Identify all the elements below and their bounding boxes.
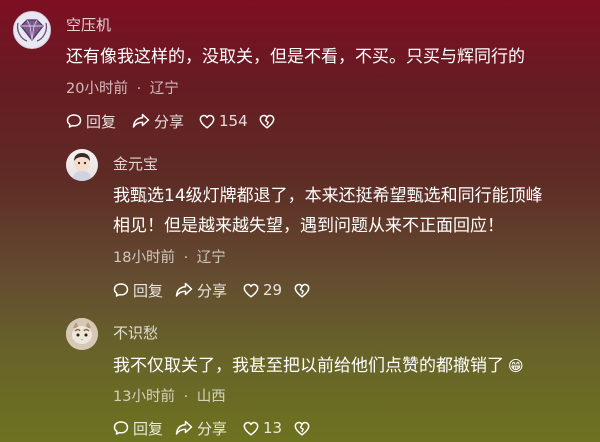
comment-meta: 20小时前 · 辽宁 (66, 77, 179, 98)
share-button[interactable]: 分享 (175, 417, 227, 439)
comment-location: 辽宁 (149, 81, 179, 97)
like-button[interactable]: 29 (243, 279, 282, 301)
share-button[interactable]: 分享 (132, 110, 184, 132)
dislike-button[interactable] (259, 110, 275, 132)
speech-bubble-icon (113, 283, 129, 297)
comment-1: 空压机 还有像我这样的，没取关，但是不看，不买。只买与辉同行的 20小时前 · … (0, 0, 600, 140)
diamond-logo-icon (16, 19, 48, 42)
comment-location: 辽宁 (196, 250, 226, 266)
share-arrow-icon (132, 113, 150, 128)
avatar[interactable] (66, 318, 98, 350)
comment-text: 我不仅取关了，我甚至把以前给他们点赞的都撤销了 😁 (113, 351, 524, 381)
share-label: 分享 (154, 112, 185, 131)
comment-actions: 回复 分享 29 (113, 279, 413, 301)
meta-separator: · (136, 81, 142, 97)
comment-3: 不识愁 我不仅取关了，我甚至把以前给他们点赞的都撤销了 😁 13小时前 · 山西 … (0, 308, 600, 442)
avatar[interactable] (13, 11, 51, 49)
avatar[interactable] (66, 149, 98, 181)
comment-actions: 回复 分享 154 (66, 110, 366, 132)
comment-time: 13小时前 (113, 389, 175, 405)
comment-actions: 回复 分享 13 (113, 417, 413, 439)
heart-icon (243, 283, 259, 298)
share-label: 分享 (197, 419, 228, 438)
share-button[interactable]: 分享 (175, 279, 227, 301)
comment-time: 18小时前 (113, 250, 175, 266)
reply-button[interactable]: 回复 (113, 279, 163, 301)
like-count: 154 (219, 112, 248, 130)
comment-2: 金元宝 我甄选14级灯牌都退了，本来还挺希望甄选和同行能顶峰 相见！但是越来越失… (0, 140, 600, 308)
like-count: 13 (263, 419, 283, 437)
dislike-button[interactable] (294, 279, 310, 301)
broken-heart-icon (294, 421, 310, 436)
comment-meta: 18小时前 · 辽宁 (113, 246, 226, 267)
broken-heart-icon (259, 114, 275, 129)
cat-portrait-icon (66, 318, 98, 350)
reply-label: 回复 (133, 281, 164, 300)
like-button[interactable]: 13 (243, 417, 282, 439)
child-portrait-icon (72, 153, 92, 181)
comment-text-line-1: 我甄选14级灯牌都退了，本来还挺希望甄选和同行能顶峰 (113, 186, 543, 206)
comment-text-line-2: 相见！但是越来越失望，遇到问题从来不正面回应！ (113, 216, 504, 236)
comment-text-body: 我不仅取关了，我甚至把以前给他们点赞的都撤销了 (113, 356, 504, 376)
comment-location: 山西 (196, 389, 226, 405)
broken-heart-icon (294, 283, 310, 298)
reply-button[interactable]: 回复 (113, 417, 163, 439)
grinning-emoji: 😁 (508, 357, 524, 375)
share-arrow-icon (175, 420, 193, 435)
comment-time: 20小时前 (66, 81, 128, 97)
speech-bubble-icon (113, 421, 129, 435)
speech-bubble-icon (66, 114, 82, 128)
dislike-button[interactable] (294, 417, 310, 439)
comment-text: 还有像我这样的，没取关，但是不看，不买。只买与辉同行的 (66, 47, 525, 67)
comment-author[interactable]: 空压机 (66, 14, 111, 35)
meta-separator: · (183, 389, 189, 405)
reply-label: 回复 (86, 112, 117, 131)
share-label: 分享 (197, 281, 228, 300)
meta-separator: · (183, 250, 189, 266)
comment-author[interactable]: 不识愁 (113, 322, 158, 343)
comment-meta: 13小时前 · 山西 (113, 385, 226, 406)
reply-label: 回复 (133, 419, 164, 438)
heart-icon (199, 114, 215, 129)
heart-icon (243, 421, 259, 436)
like-button[interactable]: 154 (199, 110, 248, 132)
like-count: 29 (263, 281, 283, 299)
share-arrow-icon (175, 282, 193, 297)
reply-button[interactable]: 回复 (66, 110, 116, 132)
comment-author[interactable]: 金元宝 (113, 153, 158, 174)
